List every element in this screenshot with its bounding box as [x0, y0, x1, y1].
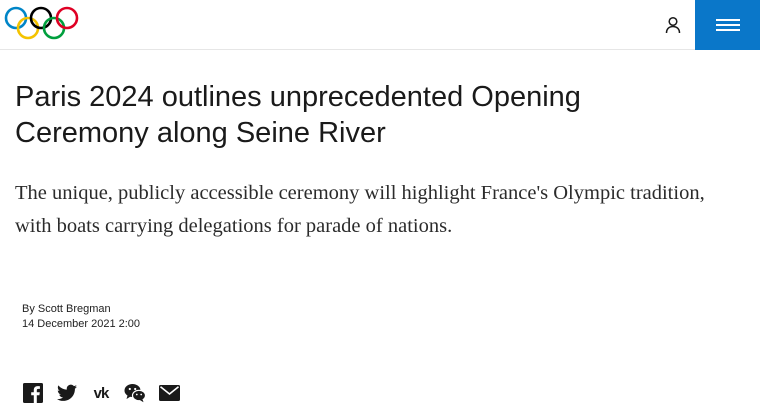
- wechat-icon: [124, 384, 146, 403]
- share-wechat-button[interactable]: [124, 382, 146, 404]
- share-vk-button[interactable]: vk: [90, 382, 112, 404]
- olympic-rings-icon[interactable]: [3, 4, 81, 44]
- user-icon: [665, 16, 681, 34]
- article-summary: The unique, publicly accessible ceremony…: [15, 182, 705, 237]
- share-bar: vk: [22, 382, 180, 404]
- facebook-icon: [23, 383, 43, 403]
- twitter-icon: [57, 384, 77, 401]
- user-account-button[interactable]: [656, 8, 690, 42]
- menu-button[interactable]: [695, 0, 760, 50]
- vk-icon: vk: [93, 384, 110, 402]
- article-title: Paris 2024 outlines unprecedented Openin…: [15, 81, 581, 149]
- email-icon: [158, 385, 180, 401]
- share-email-button[interactable]: [158, 382, 180, 404]
- share-twitter-button[interactable]: [56, 382, 78, 404]
- article-meta: By Scott Bregman 14 December 2021 2:00: [22, 302, 140, 332]
- article-date: 14 December 2021 2:00: [22, 318, 141, 330]
- article-author: By Scott Bregman: [22, 303, 111, 315]
- hamburger-menu-icon: [715, 19, 740, 31]
- site-header: [0, 0, 760, 50]
- share-facebook-button[interactable]: [22, 382, 44, 404]
